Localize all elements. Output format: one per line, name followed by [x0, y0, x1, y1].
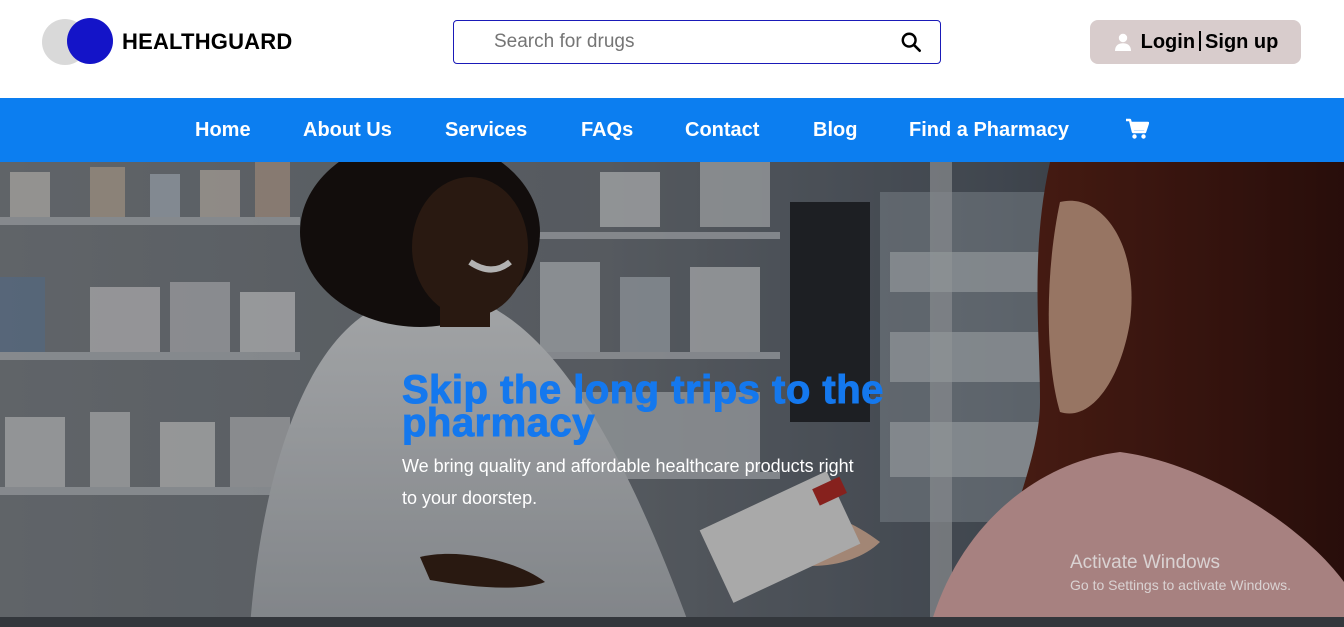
- nav-find-a-pharmacy[interactable]: Find a Pharmacy: [909, 119, 1069, 142]
- user-icon: [1114, 33, 1131, 51]
- nav-home[interactable]: Home: [195, 119, 251, 142]
- nav-contact[interactable]: Contact: [685, 119, 759, 142]
- login-link[interactable]: Login: [1141, 31, 1195, 53]
- auth-divider: [1199, 30, 1202, 51]
- logo-blue-circle: [67, 18, 113, 64]
- hero-section: Skip the long trips to the pharmacy We b…: [0, 162, 1344, 627]
- signup-link[interactable]: Sign up: [1205, 31, 1278, 53]
- nav-services[interactable]: Services: [445, 119, 527, 142]
- activation-title: Activate Windows: [1070, 552, 1220, 573]
- shopping-cart-icon[interactable]: [1125, 118, 1149, 140]
- windows-activation-watermark: Activate Windows Go to Settings to activ…: [1070, 551, 1291, 595]
- hero-subtitle: We bring quality and affordable healthca…: [402, 456, 854, 508]
- search-icon[interactable]: [900, 31, 922, 53]
- main-nav: Home About Us Services FAQs Contact Blog…: [0, 98, 1344, 162]
- brand-name: HEALTHGUARD: [122, 29, 293, 54]
- search-input[interactable]: [494, 29, 884, 55]
- hero-title: Skip the long trips to the pharmacy: [402, 368, 884, 445]
- activation-message: Go to Settings to activate Windows.: [1070, 577, 1291, 593]
- search-box: [453, 20, 941, 64]
- nav-faqs[interactable]: FAQs: [581, 119, 633, 142]
- brand-logo[interactable]: HEALTHGUARD: [42, 18, 322, 65]
- nav-about-us[interactable]: About Us: [303, 119, 392, 142]
- nav-blog[interactable]: Blog: [813, 119, 857, 142]
- site-header: HEALTHGUARD Login Sign up: [0, 0, 1344, 98]
- login-signup-button[interactable]: Login Sign up: [1090, 20, 1301, 64]
